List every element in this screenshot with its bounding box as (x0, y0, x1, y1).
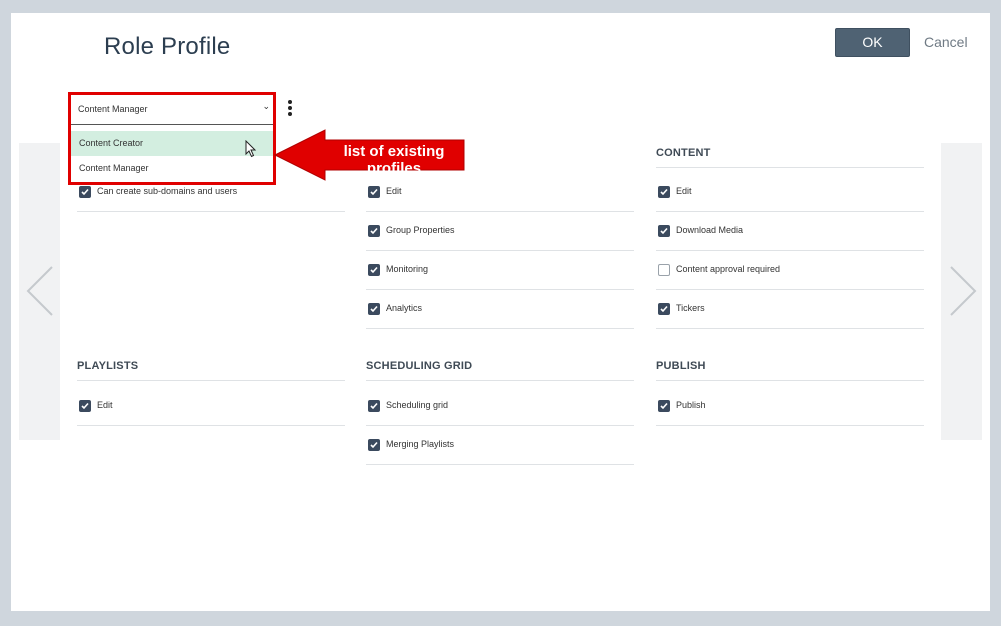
permission-row[interactable]: Edit (656, 173, 924, 212)
checkbox-checked[interactable] (79, 400, 91, 412)
section-heading-content: CONTENT (656, 147, 711, 159)
permission-label: Tickers (676, 303, 705, 313)
profile-option-content-manager[interactable]: Content Manager (71, 156, 273, 181)
section-heading-scheduling-grid: SCHEDULING GRID (366, 360, 473, 372)
annotation-text: list of existing profiles (343, 143, 445, 177)
permission-label: Group Properties (386, 225, 455, 235)
checkbox-checked[interactable] (368, 303, 380, 315)
permission-row[interactable]: Merging Playlists (366, 426, 634, 465)
checkbox-checked[interactable] (368, 439, 380, 451)
section-heading-publish: PUBLISH (656, 360, 706, 372)
permission-label: Edit (386, 186, 402, 196)
permission-label: Analytics (386, 303, 423, 313)
section-divider (656, 167, 924, 168)
chevron-down-icon[interactable]: ⌄ (262, 101, 270, 112)
profile-option-content-creator[interactable]: Content Creator (71, 131, 273, 156)
permission-label: Scheduling grid (386, 400, 449, 410)
permission-label: Download Media (676, 225, 744, 235)
permission-row[interactable]: Monitoring (366, 251, 634, 290)
checkbox-checked[interactable] (658, 400, 670, 412)
permission-label: Edit (97, 400, 113, 410)
permission-label: Monitoring (386, 264, 429, 274)
cancel-button[interactable]: Cancel (924, 34, 968, 50)
permission-label: Can create sub-domains and users (97, 186, 238, 196)
checkbox-checked[interactable] (79, 186, 91, 198)
checkbox-checked[interactable] (368, 264, 380, 276)
mouse-pointer-icon (245, 140, 257, 158)
checkbox-checked[interactable] (658, 303, 670, 315)
permission-row[interactable]: Analytics (366, 290, 634, 329)
ok-button[interactable]: OK (835, 28, 910, 57)
chevron-left-icon[interactable] (25, 265, 55, 317)
checkbox-checked[interactable] (368, 225, 380, 237)
permission-row[interactable]: Group Properties (366, 212, 634, 251)
permission-row[interactable]: Scheduling grid (366, 387, 634, 426)
section-divider (77, 380, 345, 381)
checkbox-unchecked[interactable] (658, 264, 670, 276)
permission-label: Edit (676, 186, 692, 196)
permission-row[interactable]: Edit (77, 387, 345, 426)
section-divider (656, 380, 924, 381)
section-divider (366, 380, 634, 381)
checkbox-checked[interactable] (368, 186, 380, 198)
checkbox-checked[interactable] (658, 186, 670, 198)
section-heading-playlists: PLAYLISTS (77, 360, 139, 372)
profile-select-value: Content Manager (78, 104, 148, 114)
role-profile-dialog: Role Profile OK Cancel Can create sub-do… (11, 13, 990, 611)
permission-row[interactable]: Content approval required (656, 251, 924, 290)
checkbox-checked[interactable] (368, 400, 380, 412)
more-vertical-icon[interactable] (286, 100, 294, 118)
permission-row[interactable]: Publish (656, 387, 924, 426)
page-title: Role Profile (104, 33, 231, 60)
permission-row[interactable]: Tickers (656, 290, 924, 329)
profile-select[interactable]: Content Manager ⌄ Content Creator Conten… (68, 92, 276, 185)
permission-label: Content approval required (676, 264, 781, 274)
chevron-right-icon[interactable] (948, 265, 978, 317)
permission-label: Merging Playlists (386, 439, 455, 449)
checkbox-checked[interactable] (658, 225, 670, 237)
permission-label: Publish (676, 400, 706, 410)
permission-row[interactable]: Download Media (656, 212, 924, 251)
profile-select-current[interactable]: Content Manager ⌄ (71, 95, 273, 125)
